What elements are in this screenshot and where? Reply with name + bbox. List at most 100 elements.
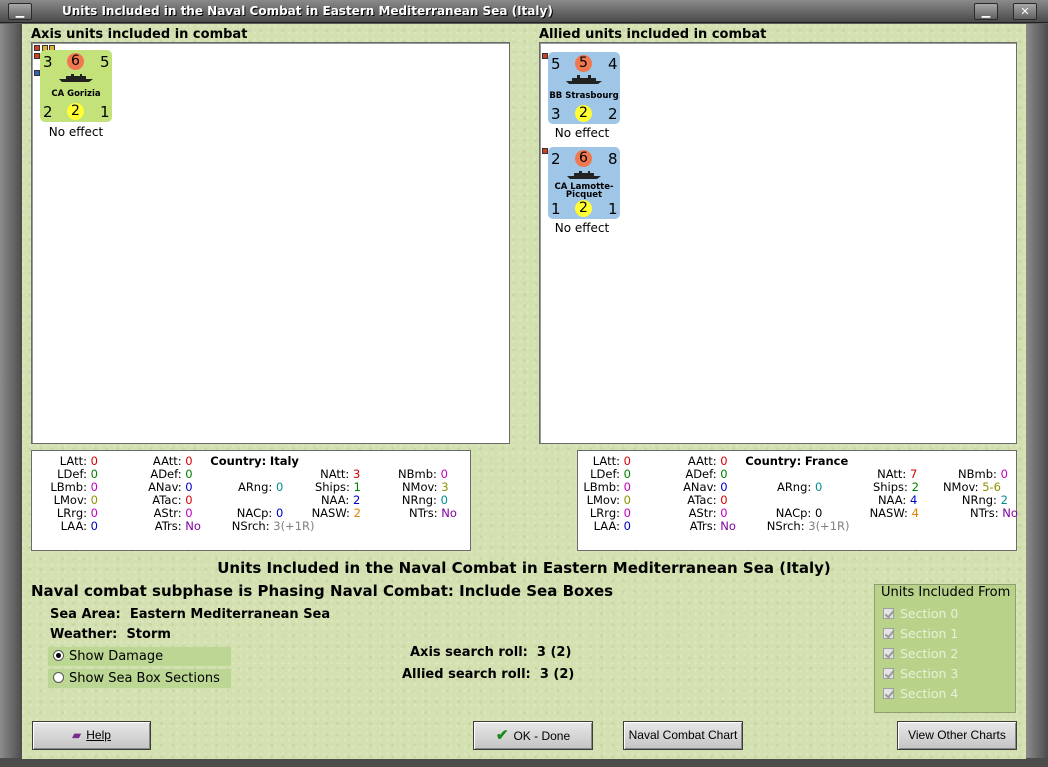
counter-unit-name: CA Gorizia: [51, 89, 101, 99]
sea-area-value: Eastern Mediterranean Sea: [129, 607, 331, 622]
stat-adef: 0: [185, 467, 193, 481]
close-icon[interactable]: ✕: [1013, 3, 1037, 20]
radio-selected-icon[interactable]: [53, 650, 64, 661]
section-1-checkbox[interactable]: Section 1: [883, 626, 958, 641]
section-4-checkbox[interactable]: Section 4: [883, 686, 958, 701]
country-value: France: [804, 454, 849, 468]
show-sections-label: Show Sea Box Sections: [69, 671, 220, 686]
counter-bottom-mid: 2: [67, 103, 84, 120]
show-damage-label: Show Damage: [69, 649, 164, 664]
other-charts-button-label: View Other Charts: [908, 728, 1006, 742]
counter-top-right: 4: [608, 55, 618, 73]
book-icon: ▰: [72, 728, 82, 742]
weather-info: Weather: Storm: [50, 627, 171, 642]
checkbox-checked-icon[interactable]: [883, 688, 894, 699]
checkbox-checked-icon[interactable]: [883, 668, 894, 679]
stat-aatt: 0: [185, 454, 193, 468]
stat-lrrg: 0: [90, 506, 98, 520]
counter-bottom-mid: 2: [575, 105, 592, 122]
radio-unselected-icon[interactable]: [53, 672, 64, 683]
weather-label: Weather:: [50, 627, 118, 642]
stat-astr: 0: [720, 506, 728, 520]
allied-roll-value: 3 (2): [539, 667, 575, 682]
axis-unit-ca-gorizia[interactable]: 3 6 5 CA Gorizia 2 2 1 No effect: [32, 45, 152, 140]
unit-counter[interactable]: 3 6 5 CA Gorizia 2 2 1: [40, 50, 112, 122]
stat-ntrs: No: [441, 506, 457, 520]
counter-bottom-mid: 2: [575, 200, 592, 217]
stat-lrrg: 0: [623, 506, 631, 520]
allied-stats-panel: LAtt: 0 AAtt: 0 Country: France LDef: 0 …: [577, 450, 1018, 551]
section-label: Section 1: [900, 626, 959, 641]
stat-nsrch: 3(+1R): [273, 519, 315, 533]
allied-roll-label: Allied search roll:: [402, 667, 531, 682]
weather-value: Storm: [126, 627, 171, 642]
units-included-from-legend: Units Included From: [881, 585, 1011, 600]
stat-ships: 1: [353, 480, 361, 494]
axis-units-panel[interactable]: 3 6 5 CA Gorizia 2 2 1 No effect: [31, 42, 510, 444]
stat-natt: 7: [909, 467, 918, 481]
checkbox-checked-icon[interactable]: [883, 648, 894, 659]
counter-unit-name: CA Lamotte- Picquet: [548, 183, 620, 200]
stat-nmov: 3: [441, 480, 449, 494]
country-value: Italy: [269, 454, 299, 468]
section-3-checkbox[interactable]: Section 3: [883, 666, 958, 681]
stat-nasw: 2: [353, 506, 361, 520]
counter-top-mid: 5: [575, 55, 592, 72]
axis-stats-panel: LAtt: 0 AAtt: 0 Country: Italy LDef: 0 A…: [31, 450, 471, 551]
stat-lmov: 0: [90, 493, 98, 507]
section-2-checkbox[interactable]: Section 2: [883, 646, 958, 661]
stat-nrng: 0: [440, 493, 448, 507]
restore-icon[interactable]: ▁: [974, 3, 998, 20]
allied-stats-row-6: LAA: 0 ATrs: No NSrch: 3(+1R): [593, 519, 850, 533]
stat-nsrch: 3(+1R): [808, 519, 850, 533]
counter-top-left: 2: [551, 150, 561, 168]
stat-atac: 0: [185, 493, 193, 507]
unit-counter[interactable]: 5 5 4 BB Strasbourg 3 2 2: [548, 52, 620, 124]
stat-ships: 2: [911, 480, 919, 494]
stat-anav: 0: [185, 480, 193, 494]
checkbox-checked-icon[interactable]: [883, 608, 894, 619]
checkbox-checked-icon[interactable]: [883, 628, 894, 639]
section-label: Section 2: [900, 646, 959, 661]
unit-status: No effect: [48, 125, 104, 139]
title-bar[interactable]: ▁ Units Included in the Naval Combat in …: [0, 0, 1048, 23]
sea-area-label: Sea Area:: [50, 607, 121, 622]
naval-combat-chart-button[interactable]: Naval Combat Chart: [623, 721, 743, 750]
counter-bottom-right: 2: [608, 105, 618, 123]
stat-lmov: 0: [623, 493, 631, 507]
help-button[interactable]: ▰ Help: [32, 721, 151, 750]
counter-bottom-right: 1: [100, 103, 110, 121]
allied-unit-ca-lamotte-picquet[interactable]: 2 6 8 CA Lamotte- Picquet 1 2 1 No effec…: [540, 140, 660, 235]
checkmark-icon: ✔: [495, 727, 509, 744]
unit-counter[interactable]: 2 6 8 CA Lamotte- Picquet 1 2 1: [548, 147, 620, 219]
stat-nbmb: 0: [440, 467, 448, 481]
stat-laa: 0: [623, 519, 631, 533]
counter-bottom-left: 1: [551, 200, 561, 218]
stat-nacp: 0: [275, 506, 284, 520]
stat-latt: 0: [623, 454, 631, 468]
sea-area-info: Sea Area: Eastern Mediterranean Sea: [50, 607, 330, 622]
axis-search-roll: Axis search roll: 3 (2): [410, 645, 571, 660]
stat-lbmb: 0: [623, 480, 631, 494]
allied-units-panel[interactable]: 5 5 4 BB Strasbourg 3 2 2 No effect 2 6 …: [539, 42, 1017, 444]
counter-top-right: 5: [100, 53, 110, 71]
ok-done-button[interactable]: ✔ OK - Done: [473, 721, 593, 750]
stat-nasw: 4: [911, 506, 919, 520]
stat-arng: 0: [814, 480, 823, 494]
country-label: Country:: [745, 454, 802, 468]
view-other-charts-button[interactable]: View Other Charts: [897, 721, 1017, 750]
ship-icon: [59, 74, 93, 82]
counter-unit-name-line2: Picquet: [565, 190, 603, 200]
stat-naa: 2: [352, 493, 361, 507]
show-sections-option[interactable]: Show Sea Box Sections: [48, 669, 231, 688]
allied-unit-bb-strasbourg[interactable]: 5 5 4 BB Strasbourg 3 2 2 No effect: [540, 45, 660, 140]
stat-adef: 0: [720, 467, 728, 481]
section-0-checkbox[interactable]: Section 0: [883, 606, 958, 621]
stat-aatt: 0: [720, 454, 728, 468]
stat-laa: 0: [90, 519, 98, 533]
show-damage-option[interactable]: Show Damage: [48, 647, 231, 666]
axis-roll-value: 3 (2): [536, 645, 572, 660]
counter-bottom-left: 2: [43, 103, 53, 121]
stat-anav: 0: [720, 480, 728, 494]
minimize-icon[interactable]: ▁: [8, 3, 32, 20]
